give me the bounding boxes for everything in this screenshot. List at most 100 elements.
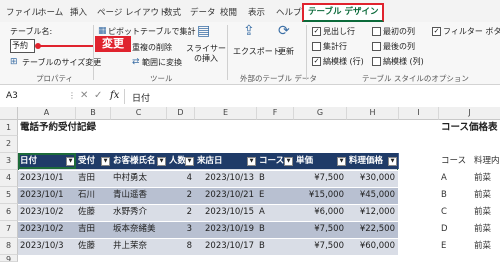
price-table-dish[interactable]: 前菜 [474,204,491,220]
table-cell-party-size[interactable]: 2 [167,187,195,203]
row-header[interactable]: 2 [0,136,18,153]
price-table-course[interactable]: B [441,187,447,203]
cancel-icon[interactable]: ✕ [80,90,88,101]
price-table-course[interactable]: D [441,221,448,237]
column-header[interactable]: H [347,107,399,120]
row-header[interactable]: 5 [0,187,18,204]
table-cell-reception[interactable]: 吉田 [78,170,111,186]
side-header-cell[interactable]: コース [441,153,466,169]
row-header[interactable]: 3 [0,153,18,170]
total-row-checkbox[interactable] [312,42,321,51]
convert-range-button[interactable]: 範囲に変換 [142,57,182,68]
price-table-course[interactable]: A [441,170,447,186]
filter-dropdown-icon[interactable]: ▼ [101,157,110,166]
tab-file[interactable]: ファイル [6,6,40,18]
filter-dropdown-icon[interactable]: ▼ [388,157,397,166]
refresh-button[interactable]: 更新 [278,46,294,57]
tab-view[interactable]: 表示 [248,6,265,18]
table-cell-party-size[interactable]: 3 [167,221,195,237]
fx-label[interactable]: fx [110,90,119,101]
row-header[interactable]: 1 [0,120,18,136]
pivot-button[interactable]: ピボットテーブルで集計 [108,26,196,37]
table-cell-course[interactable]: B [259,221,294,237]
table-cell-date[interactable]: 2023/10/2 [20,204,76,220]
price-table-dish[interactable]: 前菜 [474,221,491,237]
table-cell-meal-price[interactable]: ¥60,000 [347,238,398,254]
filter-dropdown-icon[interactable]: ▼ [247,157,256,166]
column-header[interactable]: D [167,107,195,120]
table-cell-customer-name[interactable]: 坂本奈緒美 [113,221,167,237]
enter-icon[interactable]: ✓ [94,90,102,101]
price-table-title[interactable]: コース価格表 [441,120,498,136]
column-header[interactable]: E [195,107,257,120]
formula-input[interactable]: 日付 [132,91,150,104]
table-header-course[interactable]: コース ▼ [257,153,295,169]
table-header-unit-price[interactable]: 単価 ▼ [294,153,348,169]
table-cell-course[interactable]: B [259,238,294,254]
table-header-customer-name[interactable]: お客様氏名 ▼ [111,153,168,169]
table-header-meal-price[interactable]: 料理価格 ▼ [347,153,399,169]
tab-table-design[interactable]: テーブル デザイン [302,3,385,22]
tab-review[interactable]: 校閲 [220,6,237,18]
select-all-corner[interactable] [0,107,18,120]
column-header[interactable]: G [294,107,347,120]
resize-table-button[interactable]: テーブルのサイズ変更 [22,57,101,68]
table-cell-course[interactable]: E [259,187,294,203]
table-cell-visit-date[interactable]: 2023/10/19 [195,221,257,237]
tab-formulas[interactable]: 数式 [164,6,181,18]
table-cell-unit-price[interactable]: ¥7,500 [294,238,347,254]
table-cell-date[interactable]: 2023/10/2 [20,221,76,237]
remove-duplicates-button[interactable]: 重複の削除 [132,42,172,53]
banded-columns-checkbox[interactable] [372,57,381,66]
column-header[interactable]: C [111,107,167,120]
last-column-checkbox[interactable] [372,42,381,51]
table-cell-customer-name[interactable]: 水野秀介 [113,204,167,220]
row-header[interactable]: 6 [0,204,18,221]
price-table-dish[interactable]: 前菜 [474,187,491,203]
filter-button-checkbox[interactable]: ✓ [432,27,441,36]
export-button[interactable]: エクスポート [233,46,281,57]
insert-slicer-button[interactable]: スライサーの挿入 [186,44,226,64]
column-header[interactable]: B [76,107,111,120]
column-header[interactable]: F [257,107,294,120]
table-cell-reception[interactable]: 石川 [78,187,111,203]
column-header[interactable]: A [18,107,76,120]
column-header[interactable]: I [399,107,439,120]
table-cell-meal-price[interactable]: ¥12,000 [347,204,398,220]
table-cell-party-size[interactable]: 8 [167,238,195,254]
table-cell-unit-price[interactable]: ¥7,500 [294,221,347,237]
price-table-course[interactable]: E [441,238,446,254]
table-cell-visit-date[interactable]: 2023/10/15 [195,204,257,220]
filter-dropdown-icon[interactable]: ▼ [157,157,166,166]
table-cell-unit-price[interactable]: ¥7,500 [294,170,347,186]
row-header[interactable]: 4 [0,170,18,187]
table-cell-date[interactable]: 2023/10/1 [20,187,76,203]
row-header[interactable]: 8 [0,238,18,255]
first-column-checkbox[interactable] [372,27,381,36]
table-name-input[interactable]: 予約 [10,39,35,53]
table-cell-date[interactable]: 2023/10/3 [20,238,76,254]
table-cell-unit-price[interactable]: ¥6,000 [294,204,347,220]
price-table-course[interactable]: C [441,204,447,220]
banded-rows-checkbox[interactable]: ✓ [312,57,321,66]
column-header[interactable]: J [439,107,500,120]
filter-dropdown-icon[interactable]: ▼ [185,157,194,166]
header-row-checkbox[interactable]: ✓ [312,27,321,36]
tab-data[interactable]: データ [190,6,216,18]
table-cell-customer-name[interactable]: 中村勇太 [113,170,167,186]
filter-dropdown-icon[interactable]: ▼ [284,157,293,166]
table-cell-party-size[interactable]: 2 [167,204,195,220]
filter-dropdown-icon[interactable]: ▼ [337,157,346,166]
tab-home[interactable]: ホーム [38,6,63,18]
table-cell-meal-price[interactable]: ¥30,000 [347,170,398,186]
table-cell-visit-date[interactable]: 2023/10/21 [195,187,257,203]
table-cell-visit-date[interactable]: 2023/10/17 [195,238,257,254]
table-cell-customer-name[interactable]: 井上茉奈 [113,238,167,254]
table-header-visit-date[interactable]: 来店日 ▼ [195,153,258,169]
table-cell-course[interactable]: A [259,204,294,220]
table-cell-date[interactable]: 2023/10/1 [20,170,76,186]
table-cell-course[interactable]: B [259,170,294,186]
price-table-dish[interactable]: 前菜 [474,170,491,186]
tab-insert[interactable]: 挿入 [70,6,87,18]
table-cell-visit-date[interactable]: 2023/10/13 [195,170,257,186]
